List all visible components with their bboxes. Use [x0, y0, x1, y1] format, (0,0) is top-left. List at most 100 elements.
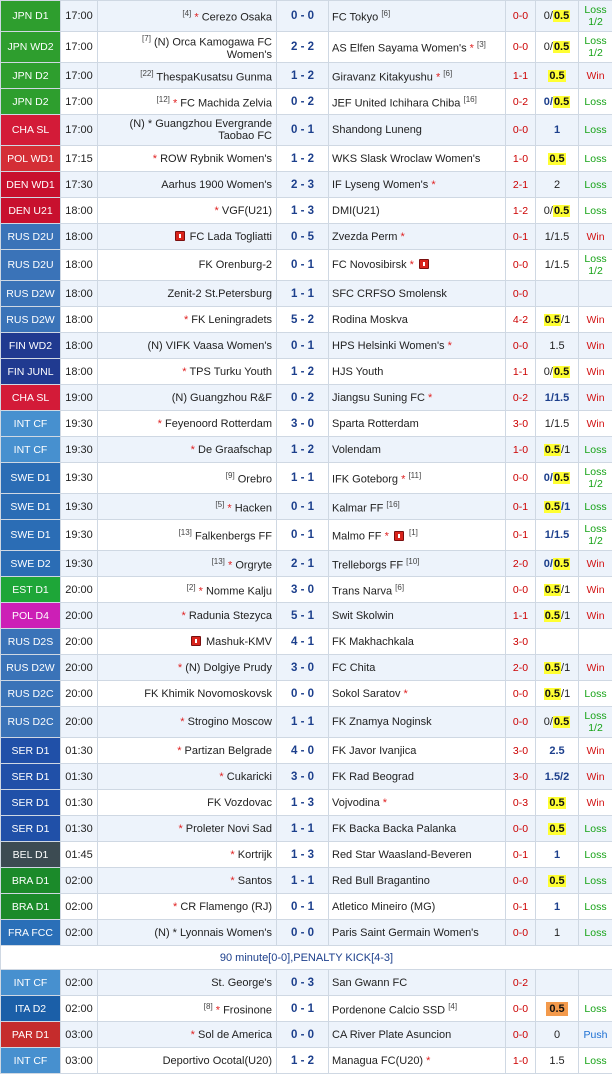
- match-row[interactable]: SER D1 01:30 FK Vozdovac 1 - 3 Vojvodina * 0-…: [0, 789, 612, 816]
- home-team[interactable]: * Cukaricki: [97, 763, 277, 790]
- home-team[interactable]: (N) Guangzhou R&F: [97, 384, 277, 411]
- away-team[interactable]: Swit Skolwin: [328, 602, 506, 629]
- final-score[interactable]: 2 - 1: [276, 550, 329, 577]
- home-team[interactable]: Zenit-2 St.Petersburg: [97, 280, 277, 307]
- away-team[interactable]: Atletico Mineiro (MG): [328, 893, 506, 920]
- match-row[interactable]: RUS D2C 20:00 * Strogino Moscow 1 - 1 FK Zna…: [0, 706, 612, 738]
- final-score[interactable]: 0 - 2: [276, 88, 329, 115]
- final-score[interactable]: 4 - 1: [276, 628, 329, 655]
- handicap-odds[interactable]: 1: [535, 841, 579, 868]
- league-badge[interactable]: INT CF: [0, 410, 61, 437]
- final-score[interactable]: 1 - 3: [276, 789, 329, 816]
- away-team[interactable]: CA River Plate Asuncion: [328, 1021, 506, 1048]
- home-team[interactable]: [5] * Hacken: [97, 493, 277, 520]
- away-team[interactable]: Trans Narva [6]: [328, 576, 506, 603]
- handicap-odds[interactable]: 1/1.5: [535, 249, 579, 281]
- final-score[interactable]: 0 - 1: [276, 332, 329, 359]
- match-row[interactable]: RUS D2U 18:00 FC Lada Togliatti 0 - 5 Zvezd…: [0, 223, 612, 250]
- league-badge[interactable]: DEN WD1: [0, 171, 61, 198]
- away-team[interactable]: IFK Goteborg * [11]: [328, 462, 506, 494]
- home-team[interactable]: [8] * Frosinone: [97, 995, 277, 1022]
- handicap-odds[interactable]: 0/0.5: [535, 88, 579, 115]
- final-score[interactable]: 1 - 2: [276, 62, 329, 89]
- match-row[interactable]: POL D4 20:00 * Radunia Stezyca 5 - 1 Swit Sk…: [0, 602, 612, 629]
- home-team[interactable]: Aarhus 1900 Women's: [97, 171, 277, 198]
- handicap-odds[interactable]: 2.5: [535, 737, 579, 764]
- handicap-odds[interactable]: 1: [535, 919, 579, 946]
- league-badge[interactable]: SWE D2: [0, 550, 61, 577]
- away-team[interactable]: Paris Saint Germain Women's: [328, 919, 506, 946]
- home-team[interactable]: * (N) Dolgiye Prudy: [97, 654, 277, 681]
- league-badge[interactable]: FIN JUNL: [0, 358, 61, 385]
- match-row[interactable]: POL WD1 17:15 * ROW Rybnik Women's 1 - 2 WKS…: [0, 145, 612, 172]
- league-badge[interactable]: SWE D1: [0, 519, 61, 551]
- match-row[interactable]: SER D1 01:30 * Cukaricki 3 - 0 FK Rad Beogra…: [0, 763, 612, 790]
- match-row[interactable]: RUS D2W 18:00 Zenit-2 St.Petersburg 1 - 1 SF…: [0, 280, 612, 307]
- away-team[interactable]: Shandong Luneng: [328, 114, 506, 146]
- handicap-odds[interactable]: 0/0.5: [535, 197, 579, 224]
- final-score[interactable]: 0 - 0: [276, 919, 329, 946]
- match-row[interactable]: BRA D1 02:00 * CR Flamengo (RJ) 0 - 1 Atleti…: [0, 893, 612, 920]
- match-row[interactable]: JPN D2 17:00 [12] * FC Machida Zelvia 0 - 2…: [0, 88, 612, 115]
- home-team[interactable]: * FK Leningradets: [97, 306, 277, 333]
- final-score[interactable]: 0 - 1: [276, 995, 329, 1022]
- final-score[interactable]: 5 - 1: [276, 602, 329, 629]
- away-team[interactable]: FK Javor Ivanjica: [328, 737, 506, 764]
- handicap-odds[interactable]: 0/0.5: [535, 550, 579, 577]
- match-row[interactable]: JPN D1 17:00 [4] * Cerezo Osaka 0 - 0 FC Tok…: [0, 0, 612, 32]
- match-row[interactable]: ITA D2 02:00 [8] * Frosinone 0 - 1 Pordenone…: [0, 995, 612, 1022]
- handicap-odds[interactable]: 0/0.5: [535, 0, 579, 32]
- final-score[interactable]: 1 - 1: [276, 706, 329, 738]
- away-team[interactable]: JEF United Ichihara Chiba [16]: [328, 88, 506, 115]
- away-team[interactable]: HJS Youth: [328, 358, 506, 385]
- away-team[interactable]: AS Elfen Sayama Women's * [3]: [328, 31, 506, 63]
- league-badge[interactable]: SER D1: [0, 737, 61, 764]
- home-team[interactable]: * Radunia Stezyca: [97, 602, 277, 629]
- home-team[interactable]: FK Orenburg-2: [97, 249, 277, 281]
- league-badge[interactable]: RUS D2W: [0, 654, 61, 681]
- final-score[interactable]: 1 - 3: [276, 841, 329, 868]
- handicap-odds[interactable]: 1/1.5: [535, 223, 579, 250]
- league-badge[interactable]: PAR D1: [0, 1021, 61, 1048]
- away-team[interactable]: Sokol Saratov *: [328, 680, 506, 707]
- league-badge[interactable]: RUS D2U: [0, 249, 61, 281]
- handicap-odds[interactable]: 1.5: [535, 1047, 579, 1074]
- away-team[interactable]: FK Rad Beograd: [328, 763, 506, 790]
- match-row[interactable]: DEN WD1 17:30 Aarhus 1900 Women's 2 - 3 IF L…: [0, 171, 612, 198]
- home-team[interactable]: [22] ThespaKusatsu Gunma: [97, 62, 277, 89]
- away-team[interactable]: Trelleborgs FF [10]: [328, 550, 506, 577]
- away-team[interactable]: Red Star Waasland-Beveren: [328, 841, 506, 868]
- handicap-odds[interactable]: 0/0.5: [535, 706, 579, 738]
- handicap-odds[interactable]: 0.5/1: [535, 306, 579, 333]
- handicap-odds[interactable]: 0.5: [535, 145, 579, 172]
- home-team[interactable]: Deportivo Ocotal(U20): [97, 1047, 277, 1074]
- final-score[interactable]: 3 - 0: [276, 410, 329, 437]
- match-row[interactable]: FIN WD2 18:00 (N) VIFK Vaasa Women's 0 - 1H…: [0, 332, 612, 359]
- match-row[interactable]: RUS D2S 20:00 Mashuk-KMV 4 - 1 FK Makhachka…: [0, 628, 612, 655]
- final-score[interactable]: 0 - 1: [276, 493, 329, 520]
- handicap-odds[interactable]: 0.5: [535, 789, 579, 816]
- match-row[interactable]: INT CF 19:30 * De Graafschap 1 - 2 Volendam 1…: [0, 436, 612, 463]
- final-score[interactable]: 2 - 3: [276, 171, 329, 198]
- match-row[interactable]: INT CF 19:30 * Feyenoord Rotterdam 3 - 0 Spa…: [0, 410, 612, 437]
- handicap-odds[interactable]: 0: [535, 1021, 579, 1048]
- final-score[interactable]: 1 - 2: [276, 145, 329, 172]
- away-team[interactable]: SFC CRFSO Smolensk: [328, 280, 506, 307]
- handicap-odds[interactable]: 2: [535, 171, 579, 198]
- away-team[interactable]: Managua FC(U20) *: [328, 1047, 506, 1074]
- league-badge[interactable]: BRA D1: [0, 867, 61, 894]
- final-score[interactable]: 3 - 0: [276, 654, 329, 681]
- match-row[interactable]: JPN WD2 17:00 [7] (N) Orca Kamogawa FC Wom…: [0, 31, 612, 63]
- league-badge[interactable]: RUS D2W: [0, 280, 61, 307]
- handicap-odds[interactable]: 0/0.5: [535, 358, 579, 385]
- league-badge[interactable]: SER D1: [0, 815, 61, 842]
- match-row[interactable]: SWE D2 19:30 [13] * Orgryte 2 - 1 Trelleborg…: [0, 550, 612, 577]
- match-row[interactable]: EST D1 20:00 [2] * Nomme Kalju 3 - 0 Trans N…: [0, 576, 612, 603]
- match-row[interactable]: INT CF 02:00 St. George's 0 - 3 San Gwann FC…: [0, 969, 612, 996]
- away-team[interactable]: Volendam: [328, 436, 506, 463]
- league-badge[interactable]: INT CF: [0, 1047, 61, 1074]
- match-row[interactable]: SWE D1 19:30 [9] Orebro 1 - 1 IFK Goteborg *…: [0, 462, 612, 494]
- home-team[interactable]: (N) * Lyonnais Women's: [97, 919, 277, 946]
- league-badge[interactable]: JPN D1: [0, 0, 61, 32]
- final-score[interactable]: 0 - 0: [276, 1021, 329, 1048]
